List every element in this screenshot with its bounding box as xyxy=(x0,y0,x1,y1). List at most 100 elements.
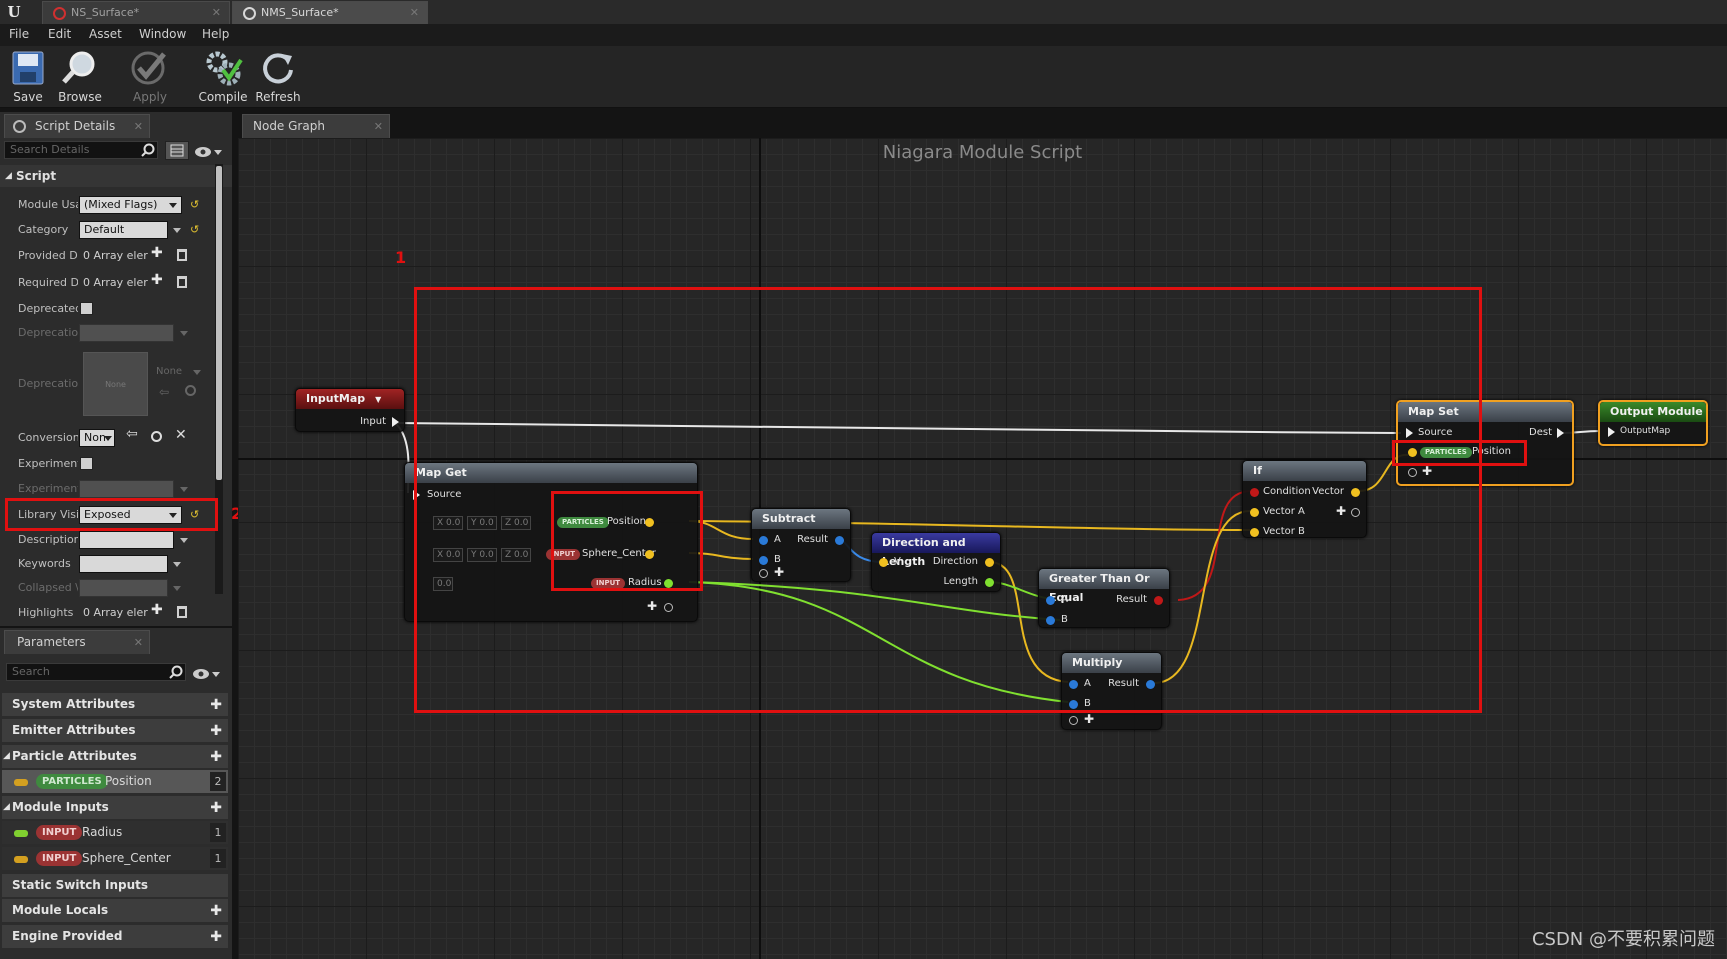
browse-label: Browse xyxy=(58,90,102,104)
module-usage-dropdown[interactable]: (Mixed Flags) xyxy=(79,196,182,214)
grid-icon xyxy=(170,144,184,157)
script-details-panel: Script Details ✕ Search Details ◢ Script… xyxy=(0,112,242,626)
prop-label-deprecation-message: Deprecatio xyxy=(18,326,78,339)
tab-label: NS_Surface* xyxy=(71,6,140,19)
add-element-icon[interactable]: ✚ xyxy=(151,272,163,288)
menu-file[interactable]: File xyxy=(9,27,29,41)
category-engine-provided[interactable]: Engine Provided ✚ xyxy=(2,925,228,948)
chevron-down-icon[interactable] xyxy=(173,562,181,567)
add-element-icon[interactable]: ✚ xyxy=(151,602,163,618)
category-particle-attributes[interactable]: ◢ Particle Attributes ✚ xyxy=(2,745,228,768)
menu-asset[interactable]: Asset xyxy=(89,27,122,41)
node-graph-canvas[interactable]: Niagara Module Script InputMap ▼ Input M… xyxy=(238,138,1727,959)
keywords-field[interactable] xyxy=(79,555,168,573)
prop-label-required-dependencies: Required De xyxy=(18,276,78,289)
add-pin-icon[interactable]: ✚ xyxy=(1084,712,1094,726)
section-script[interactable]: ◢ Script xyxy=(0,165,232,187)
collapsed-view-field xyxy=(79,579,168,597)
refresh-button[interactable]: Refresh xyxy=(253,46,303,106)
node-output-module[interactable]: Output Module OutputMap xyxy=(1598,400,1708,446)
use-selected-arrow-icon[interactable]: ⇦ xyxy=(126,426,138,442)
prop-label-category: Category xyxy=(18,223,69,236)
save-button[interactable]: Save xyxy=(3,46,53,106)
close-icon[interactable]: ✕ xyxy=(212,2,221,24)
parameter-particles-position[interactable]: PARTICLES Position 2 xyxy=(2,770,228,793)
magnifier-icon xyxy=(13,120,26,133)
parameters-search-input[interactable]: Search xyxy=(6,663,186,681)
tab-node-graph[interactable]: Node Graph ✕ xyxy=(242,114,390,138)
browse-asset-icon xyxy=(185,385,196,396)
parameter-input-sphere-center[interactable]: INPUT Sphere_Center 1 xyxy=(2,847,228,870)
browse-button[interactable]: Browse xyxy=(55,46,105,106)
deprecated-checkbox[interactable] xyxy=(80,302,93,315)
category-label: Engine Provided xyxy=(12,929,123,943)
category-emitter-attributes[interactable]: Emitter Attributes ✚ xyxy=(2,719,228,742)
reset-to-default-icon[interactable]: ↺ xyxy=(190,198,199,211)
trash-icon[interactable] xyxy=(177,249,187,261)
tab-parameters[interactable]: Parameters ✕ xyxy=(4,630,150,654)
node-title: Output Module xyxy=(1610,405,1703,418)
namespace-pill: PARTICLES xyxy=(36,774,108,789)
property-matrix-button[interactable] xyxy=(165,141,189,160)
chevron-down-icon[interactable] xyxy=(173,228,181,233)
experimental-checkbox[interactable] xyxy=(80,457,93,470)
category-field[interactable]: Default xyxy=(79,221,168,239)
scroll-thumb[interactable] xyxy=(216,166,222,480)
details-search-input[interactable]: Search Details xyxy=(4,141,158,159)
menu-bar: File Edit Asset Window Help xyxy=(0,24,1727,46)
visibility-options-button[interactable] xyxy=(194,144,224,158)
visibility-options-button[interactable] xyxy=(192,666,222,680)
add-parameter-icon[interactable]: ✚ xyxy=(210,694,222,717)
compile-gears-icon xyxy=(206,51,243,86)
reference-count: 1 xyxy=(210,823,226,842)
close-icon[interactable]: ✕ xyxy=(134,631,143,654)
menu-edit[interactable]: Edit xyxy=(48,27,71,41)
conversion-dropdown[interactable]: Non xyxy=(79,429,115,447)
chevron-down-icon[interactable] xyxy=(180,538,188,543)
reset-to-default-icon[interactable]: ↺ xyxy=(190,223,199,236)
search-icon xyxy=(141,143,155,157)
compile-button[interactable]: Compile xyxy=(198,46,248,106)
add-element-icon[interactable]: ✚ xyxy=(151,245,163,261)
annotation-box-map-get-pins xyxy=(551,491,703,591)
chevron-down-icon xyxy=(180,487,188,492)
add-pin-socket[interactable] xyxy=(1069,716,1078,725)
close-icon[interactable]: ✕ xyxy=(410,2,419,24)
float-type-icon xyxy=(14,830,28,837)
description-field[interactable] xyxy=(79,531,174,549)
parameter-input-radius[interactable]: INPUT Radius 1 xyxy=(2,821,228,844)
trash-icon[interactable] xyxy=(177,606,187,618)
menu-help[interactable]: Help xyxy=(202,27,229,41)
array-count: 0 Array eler xyxy=(83,606,148,619)
category-static-switch-inputs[interactable]: Static Switch Inputs xyxy=(2,874,228,897)
deprecation-message-field xyxy=(79,324,174,342)
exec-input-pin[interactable] xyxy=(1608,427,1615,437)
document-tab-nms-surface[interactable]: NMS_Surface* ✕ xyxy=(232,1,428,24)
add-parameter-icon[interactable]: ✚ xyxy=(210,746,222,769)
browse-magnifier-icon xyxy=(62,51,95,84)
eye-icon xyxy=(195,147,222,157)
add-parameter-icon[interactable]: ✚ xyxy=(210,797,222,820)
menu-window[interactable]: Window xyxy=(139,27,186,41)
trash-icon[interactable] xyxy=(177,276,187,288)
tab-script-details[interactable]: Script Details ✕ xyxy=(4,114,150,138)
node-input-map[interactable]: InputMap ▼ Input xyxy=(295,388,405,432)
exec-output-pin[interactable] xyxy=(392,417,399,427)
browse-asset-icon[interactable] xyxy=(151,431,162,442)
exec-output-pin[interactable] xyxy=(1557,428,1564,438)
add-parameter-icon[interactable]: ✚ xyxy=(210,720,222,743)
clear-icon[interactable]: ✕ xyxy=(175,427,187,443)
document-tab-ns-surface[interactable]: NS_Surface* ✕ xyxy=(42,1,230,24)
category-module-inputs[interactable]: ◢ Module Inputs ✚ xyxy=(2,796,228,819)
prop-label-module-usage: Module Usa xyxy=(18,198,78,211)
apply-button[interactable]: Apply xyxy=(125,46,175,106)
category-module-locals[interactable]: Module Locals ✚ xyxy=(2,899,228,922)
category-system-attributes[interactable]: System Attributes ✚ xyxy=(2,693,228,716)
close-icon[interactable]: ✕ xyxy=(134,115,143,138)
prop-label-conversion: Conversion xyxy=(18,431,78,444)
add-parameter-icon[interactable]: ✚ xyxy=(210,926,222,949)
prop-label-keywords: Keywords xyxy=(18,557,71,570)
close-icon[interactable]: ✕ xyxy=(374,115,383,138)
annotation-box-2 xyxy=(5,498,218,531)
add-parameter-icon[interactable]: ✚ xyxy=(210,900,222,923)
